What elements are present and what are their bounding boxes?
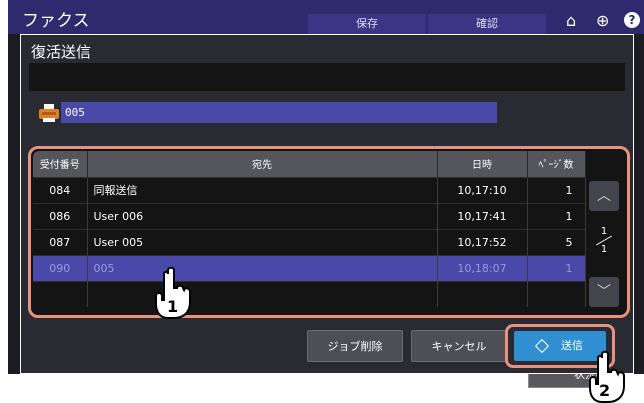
resend-dialog: 復活送信 005 受付番号 宛先 日時 ﾍﾟｰｼﾞ数 084 同報送信 10,1… — [20, 34, 634, 374]
app-top-bar: ファクス 保存 確認 ⌂ ⊕ ? — [8, 0, 644, 34]
globe-icon[interactable]: ⊕ — [596, 12, 609, 30]
fax-number-field: 005 — [61, 102, 497, 123]
table-row[interactable]: 086 User 006 10,17:41 1 — [33, 202, 586, 229]
scroll-controls: ︿ 1 1 ﹀ — [587, 179, 625, 313]
empty-cell — [437, 280, 528, 307]
chevron-down-icon: ﹀ — [597, 284, 611, 300]
table-row[interactable]: 084 同報送信 10,17:10 1 — [33, 176, 586, 203]
row-destination: User 006 — [87, 202, 438, 229]
home-icon[interactable]: ⌂ — [566, 12, 576, 30]
row-number: 087 — [33, 228, 88, 255]
send-label: 送信 — [561, 339, 583, 352]
header-datetime: 日時 — [437, 151, 528, 177]
header-pages: ﾍﾟｰｼﾞ数 — [527, 151, 586, 177]
message-area — [29, 63, 625, 91]
row-number: 086 — [33, 202, 88, 229]
table-row[interactable]: 087 User 005 10,17:52 5 — [33, 228, 586, 255]
row-destination: 005 — [87, 254, 438, 281]
row-pages: 1 — [527, 202, 586, 229]
dialog-title: 復活送信 — [31, 43, 92, 61]
scroll-down-button[interactable]: ﹀ — [589, 277, 619, 307]
job-table: 受付番号 宛先 日時 ﾍﾟｰｼﾞ数 084 同報送信 10,17:10 1 08… — [33, 151, 586, 307]
row-destination: User 005 — [87, 228, 438, 255]
page-current: 1 — [600, 226, 608, 237]
row-number: 084 — [33, 176, 88, 203]
row-number: 090 — [33, 254, 88, 281]
empty-cell — [527, 280, 586, 307]
delete-job-button[interactable]: ジョブ削除 — [307, 330, 403, 362]
row-datetime: 10,18:07 — [437, 254, 528, 281]
header-number: 受付番号 — [33, 151, 88, 177]
row-pages: 1 — [527, 176, 586, 203]
fax-icon — [39, 104, 59, 122]
app-title: ファクス — [22, 11, 90, 31]
job-list: 受付番号 宛先 日時 ﾍﾟｰｼﾞ数 084 同報送信 10,17:10 1 08… — [33, 151, 625, 313]
empty-cell — [33, 280, 88, 307]
row-destination: 同報送信 — [87, 176, 438, 203]
row-datetime: 10,17:52 — [437, 228, 528, 255]
scroll-up-button[interactable]: ︿ — [589, 181, 619, 211]
row-pages: 1 — [527, 254, 586, 281]
tab-save[interactable]: 保存 — [308, 14, 426, 34]
table-header-row: 受付番号 宛先 日時 ﾍﾟｰｼﾞ数 — [33, 151, 586, 177]
step-two-label: 2 — [599, 381, 610, 400]
header-destination: 宛先 — [87, 151, 438, 177]
job-list-highlight: 受付番号 宛先 日時 ﾍﾟｰｼﾞ数 084 同報送信 10,17:10 1 08… — [28, 146, 630, 318]
page-indicator: 1 1 — [591, 225, 617, 256]
start-diamond-icon — [534, 338, 550, 354]
step-one-label: 1 — [167, 297, 178, 316]
row-pages: 5 — [527, 228, 586, 255]
help-icon[interactable]: ? — [624, 12, 640, 28]
row-datetime: 10,17:10 — [437, 176, 528, 203]
table-row-selected[interactable]: 090 005 10,18:07 1 — [33, 254, 586, 281]
pointing-hand-icon: 1 — [155, 266, 191, 319]
row-datetime: 10,17:41 — [437, 202, 528, 229]
table-row-empty — [33, 280, 586, 307]
pointing-hand-icon: 2 — [589, 350, 625, 403]
page-total: 1 — [600, 244, 608, 255]
empty-cell — [87, 280, 438, 307]
chevron-up-icon: ︿ — [597, 188, 611, 204]
cancel-button[interactable]: キャンセル — [411, 330, 507, 362]
tab-confirm[interactable]: 確認 — [428, 14, 546, 34]
